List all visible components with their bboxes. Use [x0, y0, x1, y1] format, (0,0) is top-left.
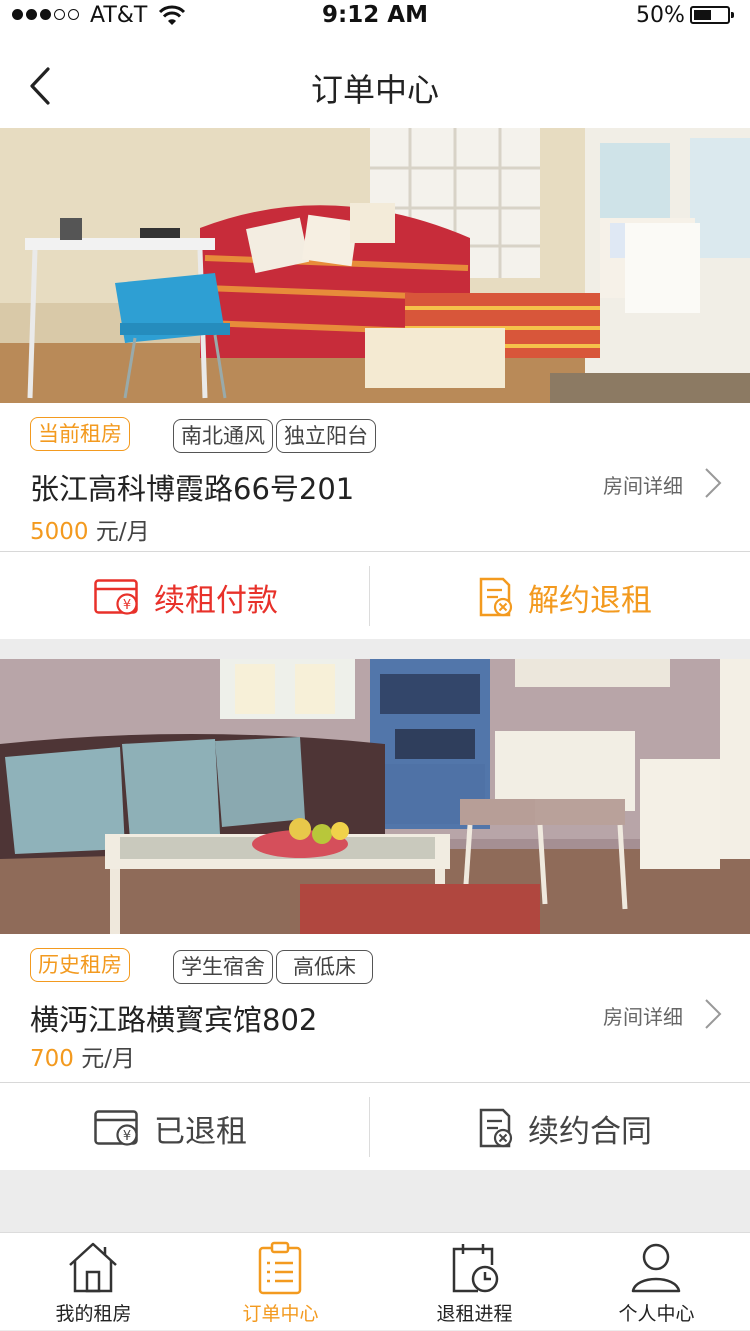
rent-price: 5000 元/月 — [30, 512, 150, 546]
terminate-lease-button[interactable]: 解约退租 — [478, 554, 652, 640]
cancel-document-icon — [479, 577, 513, 617]
price-value: 700 — [30, 1046, 74, 1072]
order-card: 历史租房 学生宿舍 高低床 横沔江路横寳宾馆802 700 元/月 房间详细 ¥… — [0, 659, 750, 1170]
nav-bar: 订单中心 — [0, 32, 750, 128]
renew-pay-button[interactable]: ¥ 续租付款 — [94, 554, 278, 640]
tab-label: 个人中心 — [618, 1303, 695, 1325]
tab-bar: 我的租房 订单中心 退租进程 个人中心 — [0, 1232, 750, 1330]
tab-move-out-progress[interactable]: 退租进程 — [381, 1233, 568, 1331]
tab-label: 订单中心 — [242, 1303, 319, 1325]
tab-label: 我的租房 — [55, 1303, 132, 1325]
battery-percent: 50% — [636, 3, 685, 28]
calendar-clock-icon — [452, 1244, 499, 1293]
action-label: 续租付款 — [154, 582, 278, 619]
tab-personal-center[interactable]: 个人中心 — [563, 1233, 750, 1331]
battery-icon — [690, 6, 734, 24]
rent-price: 700 元/月 — [30, 1039, 135, 1073]
svg-text:¥: ¥ — [123, 598, 131, 613]
person-icon — [631, 1243, 681, 1293]
tab-label: 退租进程 — [436, 1303, 513, 1325]
house-icon — [69, 1242, 117, 1293]
room-detail-link[interactable]: 房间详细 — [603, 1001, 683, 1030]
renew-contract-button[interactable]: 续约合同 — [478, 1085, 652, 1171]
feature-tag: 南北通风 — [173, 419, 273, 453]
lease-ended-button[interactable]: ¥ 已退租 — [94, 1085, 247, 1171]
price-unit: 元/月 — [95, 519, 150, 545]
price-value: 5000 — [30, 519, 89, 545]
feature-tag: 学生宿舍 — [173, 950, 273, 984]
svg-text:¥: ¥ — [123, 1129, 131, 1144]
yuan-card-icon: ¥ — [94, 1110, 138, 1146]
yuan-card-icon: ¥ — [94, 579, 138, 615]
divider — [0, 1082, 750, 1083]
order-card: 当前租房 南北通风 独立阳台 张江高科博霞路66号201 5000 元/月 房间… — [0, 128, 750, 639]
action-divider — [369, 1097, 370, 1157]
price-unit: 元/月 — [81, 1046, 135, 1072]
room-detail-link[interactable]: 房间详细 — [603, 470, 683, 499]
property-address: 张江高科博霞路66号201 — [30, 472, 355, 506]
room-photo[interactable] — [0, 659, 750, 934]
clipboard-list-icon — [258, 1241, 302, 1295]
rental-status-tag: 当前租房 — [30, 417, 130, 451]
rental-status-tag: 历史租房 — [30, 948, 130, 982]
property-address: 横沔江路横寳宾馆802 — [30, 1003, 318, 1037]
page-title: 订单中心 — [310, 71, 439, 109]
chevron-right-icon[interactable] — [704, 998, 722, 1030]
action-label: 解约退租 — [528, 582, 652, 619]
tab-my-rental[interactable]: 我的租房 — [0, 1233, 187, 1331]
action-divider — [369, 566, 370, 626]
room-photo[interactable] — [0, 128, 750, 403]
cancel-document-icon — [479, 1108, 513, 1148]
feature-tag: 独立阳台 — [276, 419, 376, 453]
action-label: 续约合同 — [528, 1113, 652, 1150]
divider — [0, 551, 750, 552]
status-bar: AT&T 9:12 AM 50% — [0, 0, 750, 32]
action-label: 已退租 — [154, 1113, 247, 1150]
feature-tag: 高低床 — [276, 950, 373, 984]
chevron-right-icon[interactable] — [704, 467, 722, 499]
tab-order-center[interactable]: 订单中心 — [187, 1233, 374, 1331]
